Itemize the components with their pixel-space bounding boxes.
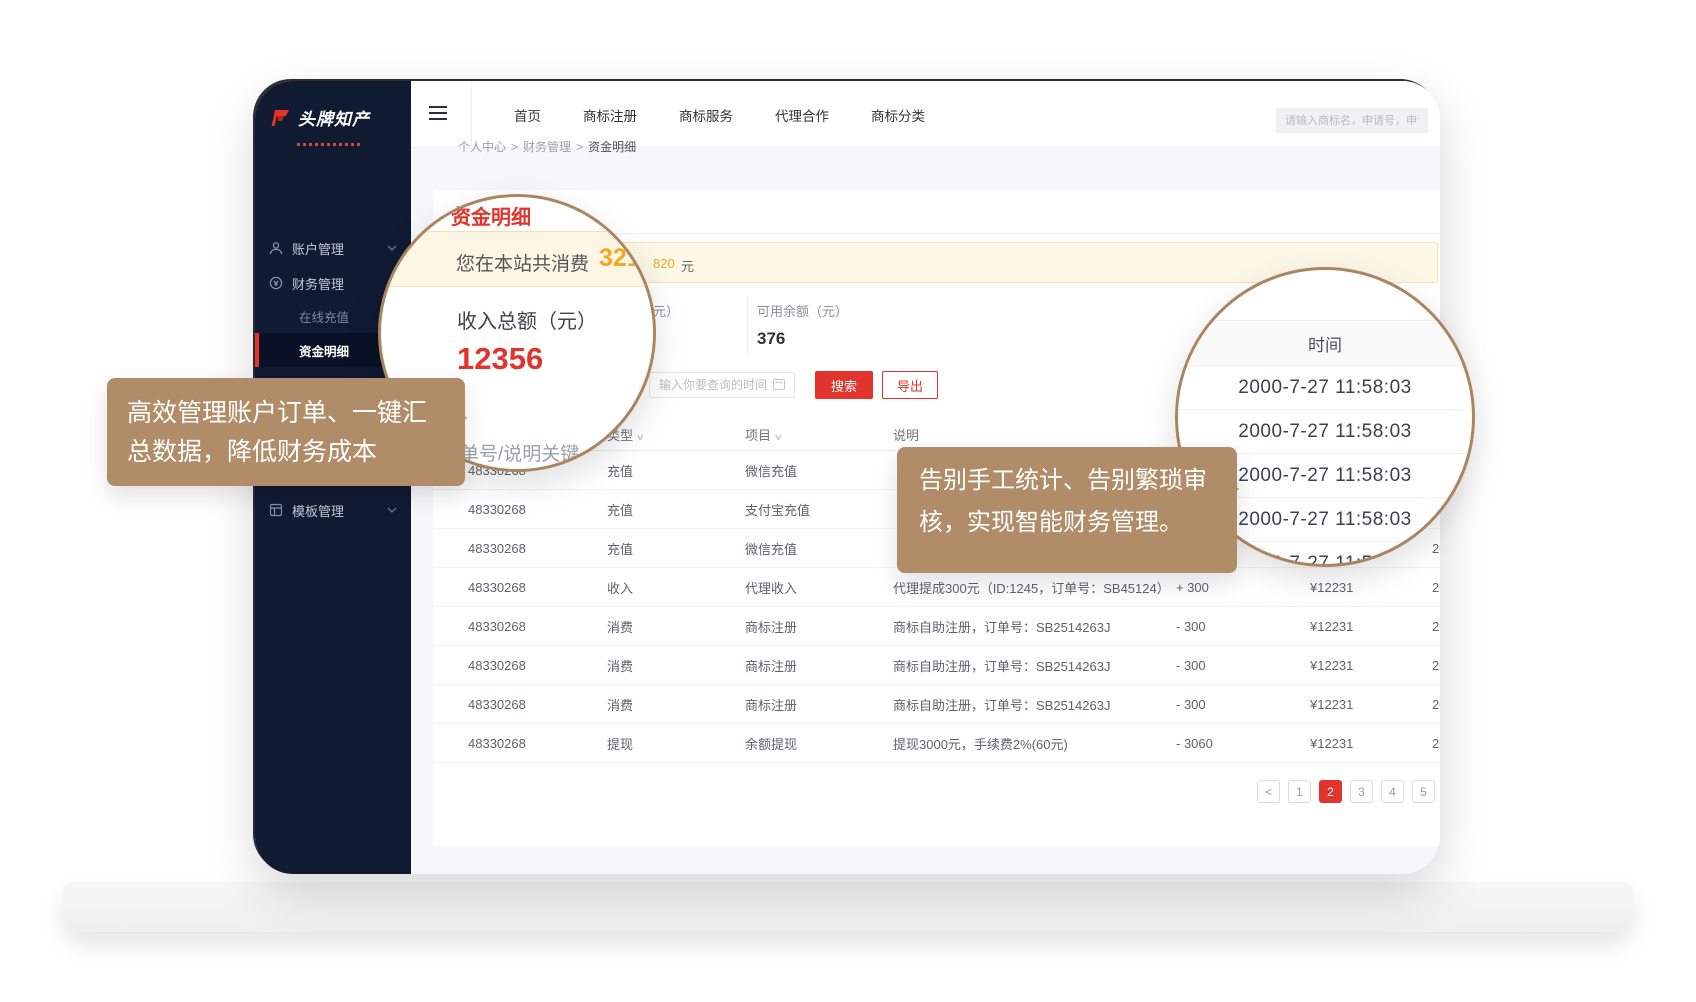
col-type[interactable]: 类型∨	[607, 425, 745, 444]
export-button[interactable]: 导出	[882, 371, 938, 399]
magnified-time-header: 时间	[1178, 320, 1472, 366]
laptop-base	[62, 882, 1634, 932]
brand-tagline	[297, 143, 361, 146]
pagination-page-2[interactable]: 2	[1319, 780, 1342, 803]
user-icon	[269, 241, 283, 255]
breadcrumb-current: 资金明细	[588, 140, 636, 154]
breadcrumb-item[interactable]: 财务管理	[523, 140, 571, 154]
pagination-page-1[interactable]: 1	[1288, 780, 1311, 803]
magnified-tab-title: 资金明细	[451, 201, 531, 230]
col-desc: 说明	[893, 425, 1176, 444]
nav-tab-trademark-service[interactable]: 商标服务	[679, 105, 733, 125]
magnified-banner: 您在本站共消费 32124 元	[378, 231, 656, 287]
sort-caret-icon: ∨	[774, 432, 783, 443]
table-row: 48330268收入代理收入代理提成300元（ID:1245，订单号：SB451…	[433, 568, 1440, 607]
tooltip-arrow-icon	[449, 404, 481, 432]
tooltip-left: 高效管理账户订单、一键汇总数据，降低财务成本	[107, 378, 465, 486]
menu-toggle-icon[interactable]	[429, 106, 447, 120]
brand-logo[interactable]: 头牌知产	[271, 105, 370, 130]
pagination: < 1 2 3 4 5	[1257, 780, 1435, 803]
breadcrumb-item[interactable]: 个人中心	[458, 140, 506, 154]
nav-tab-agent-cooperation[interactable]: 代理合作	[775, 105, 829, 125]
sidebar-item-label: 账户管理	[292, 239, 378, 258]
magnified-income-label: 收入总额（元）	[457, 305, 597, 334]
trademark-search-input[interactable]	[1276, 108, 1428, 133]
tooltip-left-text: 高效管理账户订单、一键汇总数据，降低财务成本	[127, 399, 427, 466]
finance-icon	[269, 276, 283, 290]
brand-name: 头牌知产	[298, 105, 370, 130]
table-row: 48330268消费商标注册商标自助注册，订单号：SB2514263J- 300…	[433, 685, 1440, 724]
banner-unit: 元	[681, 256, 694, 275]
magnified-time-cell: 2000-7-27 11:58:03	[1178, 366, 1472, 410]
breadcrumb: 个人中心>财务管理>资金明细	[458, 138, 636, 155]
sort-caret-icon: ∨	[636, 432, 645, 443]
table-row: 48330268消费商标注册商标自助注册，订单号：SB2514263J- 300…	[433, 607, 1440, 646]
divider	[747, 296, 748, 354]
magnified-income-value: 12356	[457, 341, 543, 377]
tooltip-right: 告别手工统计、告别繁琐审核，实现智能财务管理。	[897, 447, 1237, 573]
pagination-page-4[interactable]: 4	[1381, 780, 1404, 803]
chevron-down-icon	[387, 507, 397, 513]
search-button[interactable]: 搜索	[815, 371, 873, 399]
brand-flag-icon	[271, 108, 291, 128]
table-row: 48330268提现余额提现提现3000元，手续费2%(60元)- 3060¥1…	[433, 724, 1440, 763]
nav-tab-trademark-register[interactable]: 商标注册	[583, 105, 637, 125]
banner-amount: 820	[653, 256, 675, 271]
sidebar-item-label: 模板管理	[292, 501, 378, 520]
template-icon	[269, 503, 283, 517]
tooltip-right-text: 告别手工统计、告别繁琐审核，实现智能财务管理。	[919, 467, 1207, 536]
table-row: 48330268消费商标注册商标自助注册，订单号：SB2514263J- 300…	[433, 646, 1440, 685]
calendar-icon[interactable]	[773, 379, 785, 390]
pagination-prev[interactable]: <	[1257, 780, 1280, 803]
pagination-page-3[interactable]: 3	[1350, 780, 1373, 803]
sidebar-item-label: 财务管理	[292, 274, 378, 293]
page: 头牌知产 账户管理 财务管理 在线充值 资金明细 订单管理 我的优惠券	[0, 0, 1696, 1002]
nav-tab-trademark-category[interactable]: 商标分类	[871, 105, 925, 125]
pagination-page-5[interactable]: 5	[1412, 780, 1435, 803]
nav-tab-home[interactable]: 首页	[514, 105, 541, 125]
sidebar-item-template[interactable]: 模板管理	[255, 493, 411, 527]
col-project[interactable]: 项目∨	[745, 425, 893, 444]
tooltip-arrow-icon	[1221, 475, 1253, 503]
stat-balance: 可用余额（元） 376	[757, 301, 848, 349]
